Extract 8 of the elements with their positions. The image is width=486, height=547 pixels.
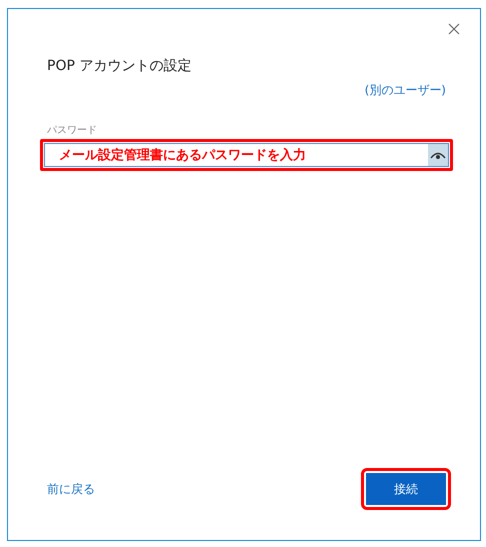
close-icon[interactable] [448, 23, 460, 35]
dialog-title: POP アカウントの設定 [47, 57, 192, 75]
field-label: パスワード [47, 124, 98, 137]
eye-icon[interactable] [428, 144, 448, 166]
connect-button[interactable]: 接続 [366, 473, 446, 505]
other-user-link[interactable]: (別のユーザー) [364, 82, 446, 99]
back-link[interactable]: 前に戻る [47, 480, 95, 498]
password-field[interactable]: メール設定管理書にあるパスワードを入力 [44, 143, 449, 167]
